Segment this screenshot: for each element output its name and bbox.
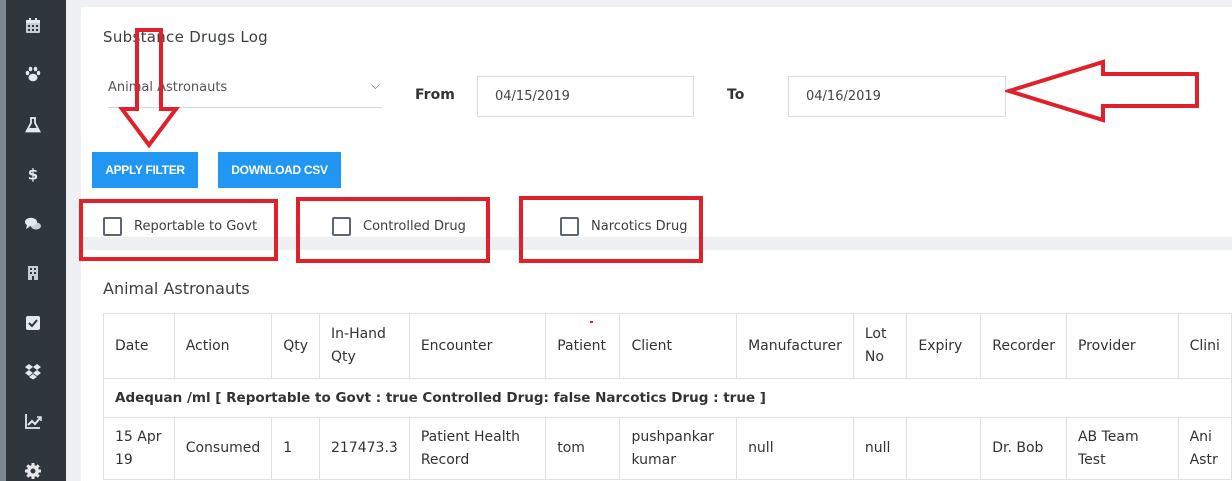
download-csv-button[interactable]: DOWNLOAD CSV (218, 152, 341, 188)
sidebar-edge (0, 0, 6, 481)
column-header-provider[interactable]: Provider (1065, 313, 1179, 379)
table-header-row: Date Action Qty In-Hand Qty Encounter Pat… (103, 313, 1232, 379)
cell-recorder: Dr. Bob (980, 417, 1067, 480)
column-header-qty[interactable]: Qty (271, 313, 321, 379)
cell-date: 15 Apr 19 (103, 417, 175, 480)
table-row[interactable]: 15 Apr 19 Consumed 1 217473.3 Patient Hea… (103, 417, 1232, 480)
cell-expiry (906, 417, 982, 480)
chart-line-icon[interactable] (22, 410, 44, 432)
annotation-arrow-down (118, 28, 180, 149)
drug-group-header: Adequan /ml [ Reportable to Govt : true … (103, 378, 1232, 418)
dollar-icon[interactable]: $ (22, 163, 44, 185)
cell-provider: AB Team Test (1065, 417, 1179, 480)
from-label: From (415, 87, 455, 103)
svg-text:$: $ (28, 166, 38, 184)
column-header-date[interactable]: Date (103, 313, 175, 379)
annotation-dot (590, 321, 593, 323)
cell-encounter: Patient Health Record (408, 417, 547, 480)
cell-client: pushpankar kumar (619, 417, 738, 480)
cell-lot-no: null (852, 417, 908, 480)
column-header-expiry[interactable]: Expiry (906, 313, 982, 379)
calendar-icon[interactable] (22, 15, 44, 37)
drug-log-table: Date Action Qty In-Hand Qty Encounter Pat… (103, 313, 1232, 480)
building-icon[interactable] (22, 262, 44, 284)
column-header-lot-no[interactable]: Lot No (852, 313, 908, 379)
column-header-recorder[interactable]: Recorder (980, 313, 1067, 379)
cell-patient: tom (545, 417, 621, 480)
annotation-arrow-left (1005, 59, 1199, 123)
apply-filter-button[interactable]: APPLY FILTER (92, 152, 198, 188)
flask-icon[interactable] (22, 114, 44, 136)
report-clinic-title: Animal Astronauts (103, 279, 250, 298)
paw-icon[interactable] (22, 63, 44, 85)
column-header-action[interactable]: Action (173, 313, 273, 379)
to-date-input[interactable]: 04/16/2019 (788, 76, 1006, 117)
cell-action: Consumed (173, 417, 273, 480)
column-header-in-hand-qty[interactable]: In-Hand Qty (319, 313, 410, 379)
drug-group-row: Adequan /ml [ Reportable to Govt : true … (103, 378, 1232, 418)
from-date-input[interactable]: 04/15/2019 (477, 76, 694, 117)
cell-in-hand-qty: 217473.3 (319, 417, 410, 480)
chevron-down-icon: ⌵ (370, 78, 380, 92)
cell-qty: 1 (271, 417, 321, 480)
annotation-box-controlled (296, 197, 490, 263)
sidebar: $ (0, 0, 66, 481)
annotation-box-narcotics (519, 196, 703, 263)
column-header-clinic[interactable]: Clini (1177, 313, 1232, 379)
column-header-manufacturer[interactable]: Manufacturer (736, 313, 854, 379)
column-header-patient[interactable]: Patient (545, 313, 621, 379)
column-header-client[interactable]: Client (619, 313, 738, 379)
gear-icon[interactable] (22, 460, 44, 481)
check-square-icon[interactable] (22, 312, 44, 334)
cell-clinic: Ani Astr (1177, 417, 1232, 480)
comments-icon[interactable] (22, 213, 44, 235)
cell-manufacturer: null (736, 417, 854, 480)
to-label: To (727, 87, 745, 103)
annotation-box-reportable (79, 199, 278, 261)
dropbox-icon[interactable] (22, 360, 44, 382)
column-header-encounter[interactable]: Encounter (408, 313, 547, 379)
